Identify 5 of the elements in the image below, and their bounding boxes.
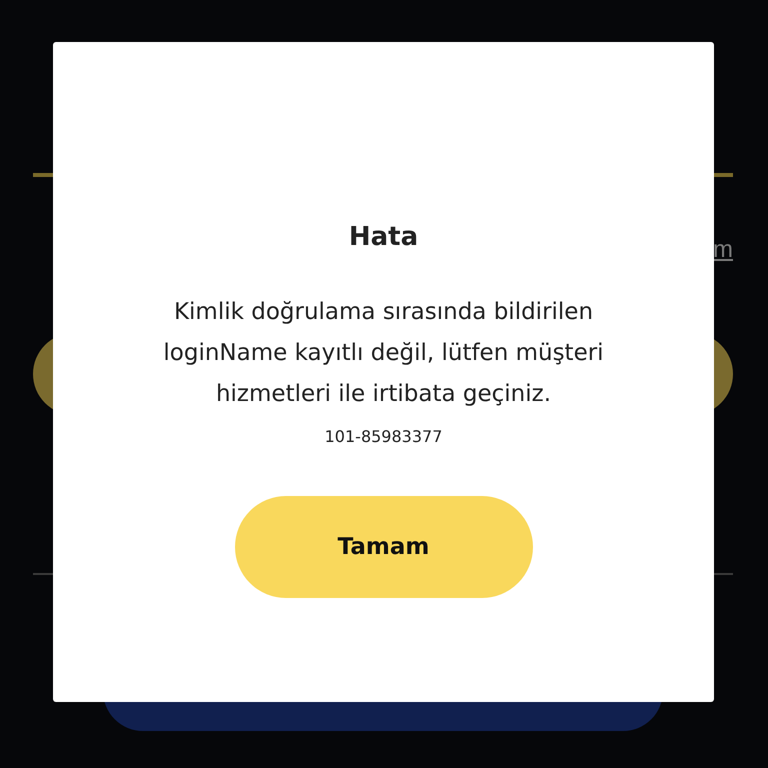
error-code: 101-85983377 <box>324 427 442 446</box>
dialog-title: Hata <box>348 222 418 252</box>
link[interactable]: m <box>713 235 733 265</box>
error-message: Kimlik doğrulama sırasında bildirilen loginName kayıtlı değil, lütfen müşteri hizmetleri ile irtibata geçiniz. <box>162 298 605 409</box>
ok-button[interactable]: Tamam <box>234 496 532 598</box>
